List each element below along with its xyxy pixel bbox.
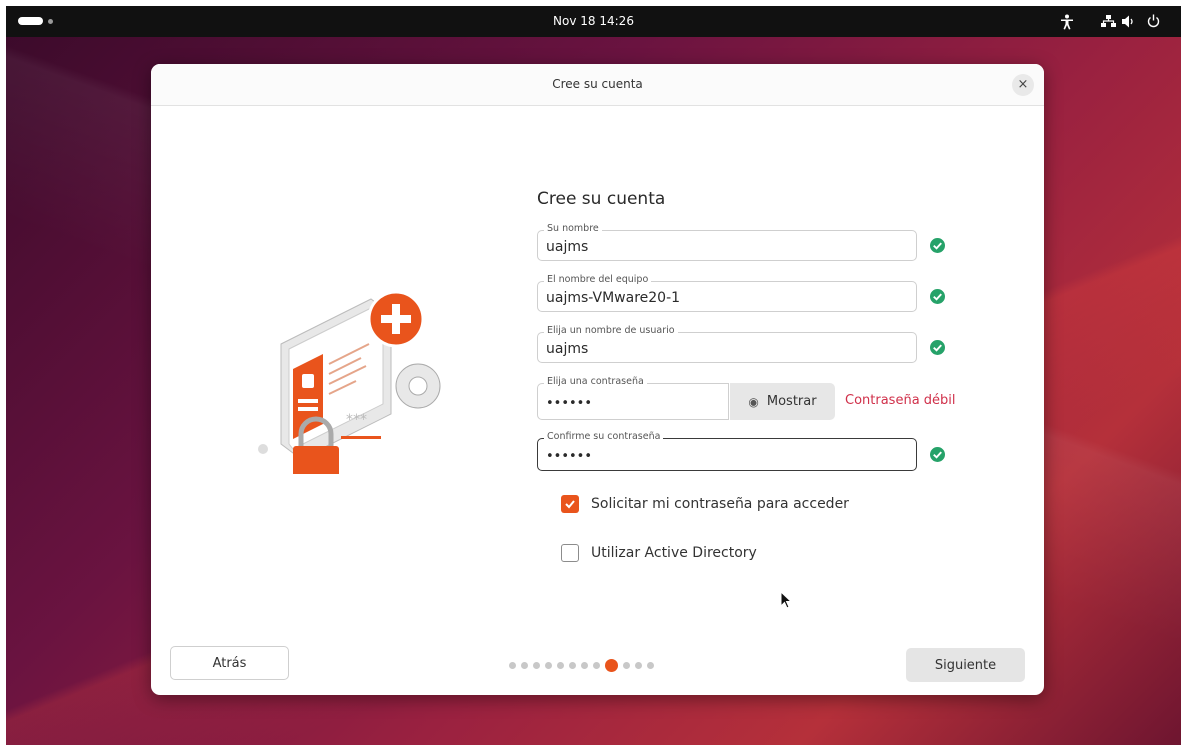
clock[interactable]: Nov 18 14:26 [6,14,1181,28]
active-directory-label: Utilizar Active Directory [591,545,757,561]
password-strength-label: Contraseña débil [845,393,956,408]
step-dot [593,662,600,669]
active-directory-checkbox[interactable] [561,544,579,562]
username-field-label: Elija un nombre de usuario [544,325,678,336]
account-illustration: *** [258,290,441,474]
svg-text:***: *** [346,412,367,428]
step-dot [623,662,630,669]
username-field[interactable]: Elija un nombre de usuario uajms [537,325,917,363]
power-icon[interactable] [1147,14,1160,28]
password-field-label: Elija una contraseña [544,376,647,387]
require-password-label: Solicitar mi contraseña para acceder [591,496,849,512]
computer-name-valid-check-icon [930,289,945,304]
show-password-button[interactable]: ◉ Mostrar [730,383,835,420]
name-field-label: Su nombre [544,223,602,234]
step-dot [635,662,642,669]
header-bar: Cree su cuenta × [151,64,1044,106]
top-bar: Nov 18 14:26 [6,6,1181,37]
name-valid-check-icon [930,238,945,253]
password-field-value: •••••• [546,396,593,411]
step-dot [533,662,540,669]
show-password-label: Mostrar [766,394,817,409]
confirm-password-valid-check-icon [930,447,945,462]
step-dot-current [605,659,618,672]
require-password-checkbox[interactable] [561,495,579,513]
username-field-value: uajms [546,341,589,357]
step-dot [545,662,552,669]
next-button[interactable]: Siguiente [906,648,1025,682]
step-dot [557,662,564,669]
checkmark-icon [565,500,575,509]
username-valid-check-icon [930,340,945,355]
password-field[interactable]: Elija una contraseña •••••• [537,376,729,420]
require-password-option[interactable]: Solicitar mi contraseña para acceder [561,495,849,513]
accessibility-icon[interactable] [1060,14,1074,30]
dialog-title: Cree su cuenta [552,77,643,91]
step-dot [581,662,588,669]
confirm-password-field[interactable]: Confirme su contraseña •••••• [537,431,917,471]
computer-name-field-value: uajms-VMware20-1 [546,290,681,306]
step-dot [647,662,654,669]
computer-name-field-label: El nombre del equipo [544,274,652,285]
installer-dialog: Cree su cuenta × *** Cree su cuenta Su n… [151,64,1044,695]
back-button[interactable]: Atrás [170,646,289,680]
page-title: Cree su cuenta [537,189,666,209]
confirm-password-field-value: •••••• [546,449,593,464]
mouse-cursor-icon [780,591,792,609]
step-dot [521,662,528,669]
step-dot [569,662,576,669]
name-field-value: uajms [546,239,589,255]
eye-icon: ◉ [748,394,759,409]
close-button[interactable]: × [1012,74,1034,96]
confirm-password-field-label: Confirme su contraseña [544,431,664,442]
name-field[interactable]: Su nombre uajms [537,223,917,261]
desktop-background: Nov 18 14:26 Cree su cuenta × *** Cree s… [6,6,1181,745]
step-indicator [509,659,654,672]
active-directory-option[interactable]: Utilizar Active Directory [561,544,757,562]
volume-icon[interactable] [1122,15,1136,28]
step-dot [509,662,516,669]
computer-name-field[interactable]: El nombre del equipo uajms-VMware20-1 [537,274,917,312]
network-icon[interactable] [1101,15,1116,28]
